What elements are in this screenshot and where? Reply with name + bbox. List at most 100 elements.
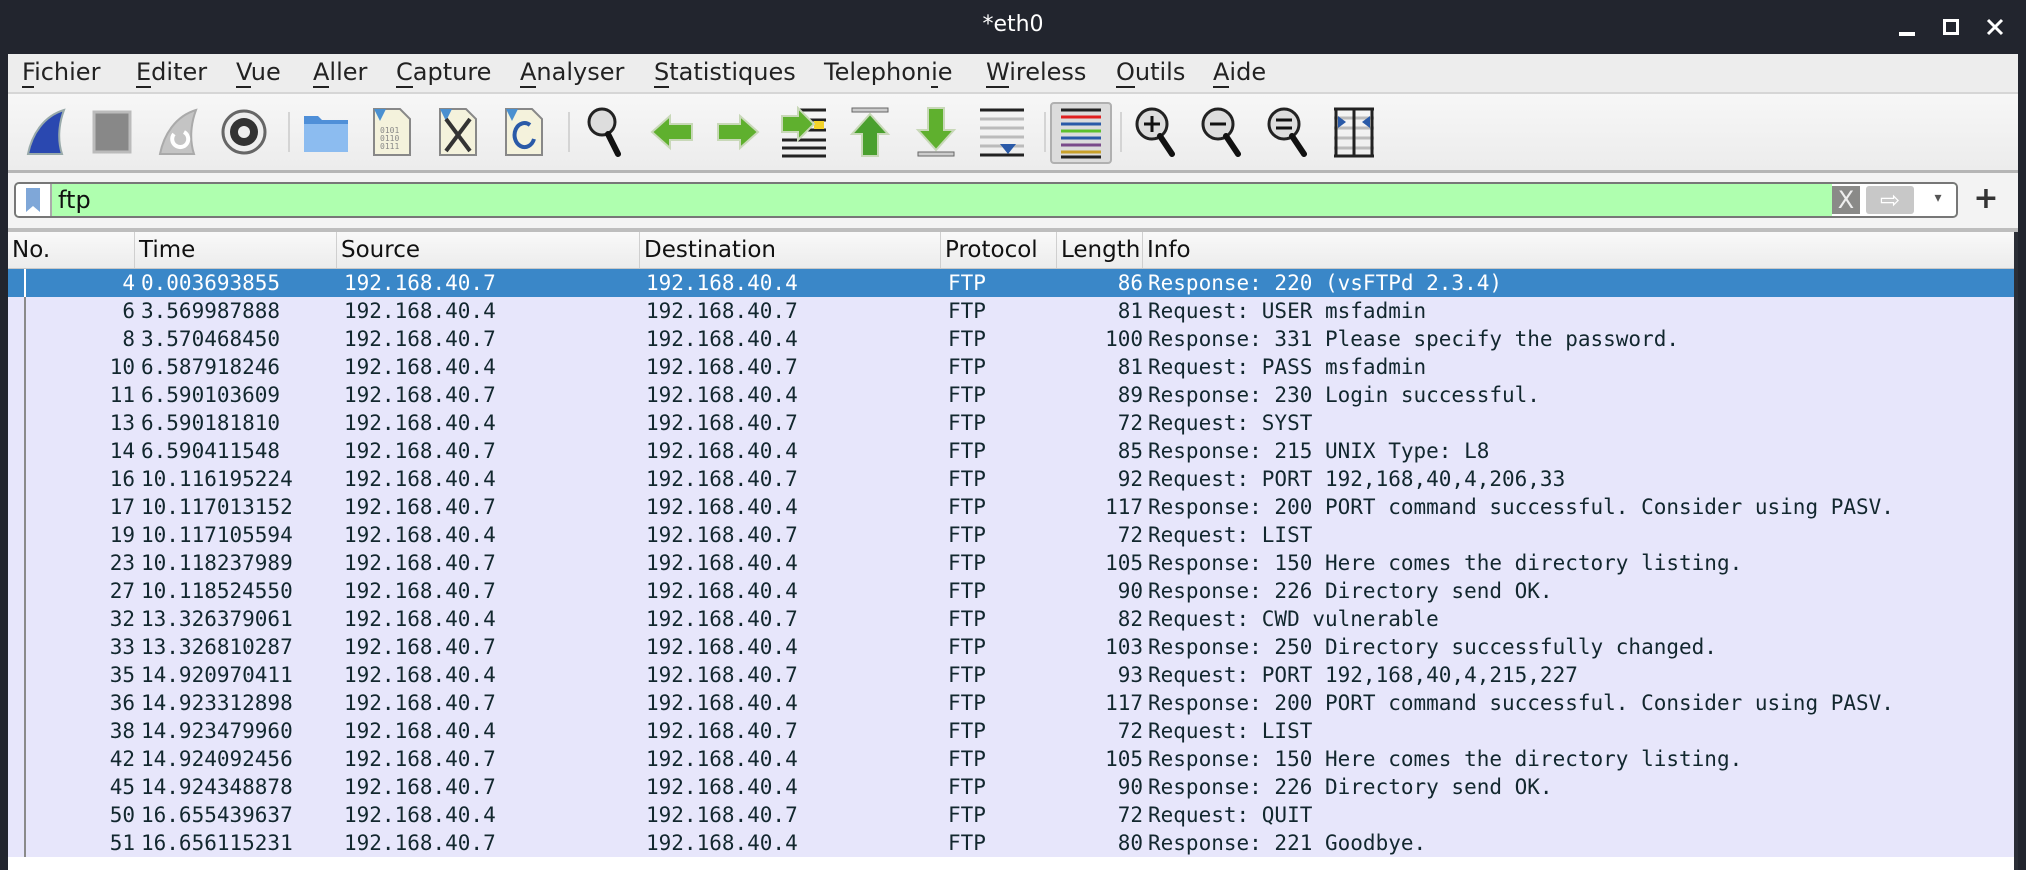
restart-capture-button[interactable]	[150, 104, 206, 160]
cell-destination: 192.168.40.4	[646, 271, 798, 295]
cell-protocol: FTP	[948, 635, 986, 659]
cell-info: Request: PASS msfadmin	[1148, 355, 1427, 379]
close-file-button[interactable]	[430, 104, 486, 160]
cell-info: Response: 331 Please specify the passwor…	[1148, 327, 1680, 351]
zoom-in-button[interactable]	[1128, 104, 1184, 160]
clear-filter-button[interactable]: X	[1832, 186, 1860, 214]
column-header-length[interactable]: Length	[1057, 232, 1143, 268]
cell-no: 6	[122, 299, 135, 323]
packet-row[interactable]: 27 10.118524550 192.168.40.7 192.168.40.4 FT…	[8, 577, 2018, 605]
cell-no: 36	[109, 691, 135, 715]
cell-length: 81	[1117, 299, 1143, 323]
column-header-info[interactable]: Info	[1143, 232, 2018, 268]
stop-capture-button[interactable]	[84, 104, 140, 160]
cell-length: 89	[1117, 383, 1143, 407]
cell-no: 50	[109, 803, 135, 827]
cell-source: 192.168.40.7	[344, 579, 496, 603]
first-packet-button[interactable]	[842, 104, 898, 160]
cell-destination: 192.168.40.7	[646, 663, 798, 687]
resize-columns-button[interactable]	[1326, 104, 1382, 160]
zoom-reset-icon	[1267, 107, 1307, 157]
recent-filters-dropdown[interactable]: ▾	[1928, 190, 1948, 210]
column-header-time[interactable]: Time	[135, 232, 337, 268]
minimize-button[interactable]	[1892, 12, 1922, 42]
cell-no: 23	[109, 551, 135, 575]
column-header-no[interactable]: No.	[8, 232, 135, 268]
save-file-button[interactable]: 0101 0110 0111	[364, 104, 420, 160]
cell-time: 3.569987888	[141, 299, 281, 323]
autoscroll-button[interactable]	[974, 104, 1030, 160]
display-filter-input[interactable]	[58, 184, 1858, 216]
packet-row[interactable]: 14 6.590411548 192.168.40.7 192.168.40.4 FTP…	[8, 437, 2018, 465]
packet-row[interactable]: 36 14.923312898 192.168.40.7 192.168.40.4 FT…	[8, 689, 2018, 717]
close-button[interactable]	[1980, 12, 2010, 42]
cell-info: Response: 221 Goodbye.	[1148, 831, 1427, 855]
go-forward-button[interactable]	[710, 104, 766, 160]
colorize-button[interactable]	[1050, 102, 1112, 164]
zoom-out-button[interactable]	[1194, 104, 1250, 160]
packet-row[interactable]: 19 10.117105594 192.168.40.4 192.168.40.7 FT…	[8, 521, 2018, 549]
menu-statistiques[interactable]: Statistiques	[654, 58, 796, 88]
packet-row[interactable]: 11 6.590103609 192.168.40.7 192.168.40.4 FTP…	[8, 381, 2018, 409]
column-header-protocol[interactable]: Protocol	[941, 232, 1057, 268]
packet-row[interactable]: 45 14.924348878 192.168.40.7 192.168.40.4 FT…	[8, 773, 2018, 801]
column-header-source[interactable]: Source	[337, 232, 640, 268]
menu-aller[interactable]: Aller	[313, 58, 367, 88]
menu-wireless[interactable]: Wireless	[986, 58, 1086, 88]
packet-row[interactable]: 35 14.920970411 192.168.40.4 192.168.40.7 FT…	[8, 661, 2018, 689]
menu-outils[interactable]: Outils	[1116, 58, 1185, 88]
column-header-destination[interactable]: Destination	[640, 232, 941, 268]
find-packet-button[interactable]	[578, 104, 634, 160]
packet-row[interactable]: 50 16.655439637 192.168.40.4 192.168.40.7 FT…	[8, 801, 2018, 829]
menu-editer[interactable]: Editer	[136, 58, 207, 88]
packet-row[interactable]: 4 0.003693855 192.168.40.7 192.168.40.4 FTP 8…	[8, 269, 2018, 297]
go-back-button[interactable]	[644, 104, 700, 160]
cell-no: 11	[109, 383, 135, 407]
cell-destination: 192.168.40.4	[646, 579, 798, 603]
go-to-packet-button[interactable]	[776, 104, 832, 160]
autoscroll-icon	[980, 108, 1024, 157]
zoom-reset-button[interactable]	[1260, 104, 1316, 160]
menu-aide[interactable]: Aide	[1213, 58, 1266, 88]
apply-filter-button[interactable]: ⇨	[1866, 186, 1914, 214]
capture-options-button[interactable]	[216, 104, 272, 160]
menu-telephonie[interactable]: Telephonie	[824, 58, 953, 88]
packet-row[interactable]: 51 16.656115231 192.168.40.7 192.168.40.4 FT…	[8, 829, 2018, 857]
packet-row[interactable]: 33 13.326810287 192.168.40.7 192.168.40.4 FT…	[8, 633, 2018, 661]
start-capture-button[interactable]	[18, 104, 74, 160]
filter-bookmark-button[interactable]	[16, 184, 52, 216]
packet-row[interactable]: 13 6.590181810 192.168.40.4 192.168.40.7 FTP…	[8, 409, 2018, 437]
packet-row[interactable]: 6 3.569987888 192.168.40.4 192.168.40.7 FTP 8…	[8, 297, 2018, 325]
menu-fichier[interactable]: Fichier	[22, 58, 100, 88]
cell-info: Request: LIST	[1148, 523, 1313, 547]
cell-protocol: FTP	[948, 831, 986, 855]
cell-info: Request: QUIT	[1148, 803, 1313, 827]
cell-length: 72	[1117, 719, 1143, 743]
packet-row[interactable]: 10 6.587918246 192.168.40.4 192.168.40.7 FTP…	[8, 353, 2018, 381]
add-filter-button[interactable]: +	[1968, 181, 2004, 217]
reload-file-button[interactable]	[496, 104, 552, 160]
packet-row[interactable]: 23 10.118237989 192.168.40.7 192.168.40.4 FT…	[8, 549, 2018, 577]
menu-capture[interactable]: Capture	[396, 58, 491, 88]
packet-row[interactable]: 17 10.117013152 192.168.40.7 192.168.40.4 FT…	[8, 493, 2018, 521]
main-window: Fichier Editer Vue Aller Capture Analyse…	[8, 54, 2018, 870]
packet-row[interactable]: 16 10.116195224 192.168.40.4 192.168.40.7 FT…	[8, 465, 2018, 493]
cell-destination: 192.168.40.4	[646, 495, 798, 519]
packet-row[interactable]: 32 13.326379061 192.168.40.4 192.168.40.7 FT…	[8, 605, 2018, 633]
cell-protocol: FTP	[948, 271, 986, 295]
cell-no: 13	[109, 411, 135, 435]
packet-row[interactable]: 38 14.923479960 192.168.40.4 192.168.40.7 FT…	[8, 717, 2018, 745]
menu-bar: Fichier Editer Vue Aller Capture Analyse…	[8, 54, 2018, 94]
cell-source: 192.168.40.7	[344, 383, 496, 407]
packet-row[interactable]: 42 14.924092456 192.168.40.7 192.168.40.4 FT…	[8, 745, 2018, 773]
packet-row[interactable]: 8 3.570468450 192.168.40.7 192.168.40.4 FTP 1…	[8, 325, 2018, 353]
cell-time: 10.116195224	[141, 467, 293, 491]
maximize-button[interactable]	[1936, 12, 1966, 42]
menu-analyser[interactable]: Analyser	[520, 58, 624, 88]
open-file-button[interactable]	[298, 104, 354, 160]
last-packet-button[interactable]	[908, 104, 964, 160]
cell-source: 192.168.40.7	[344, 691, 496, 715]
zoom-in-icon	[1135, 107, 1175, 157]
menu-vue[interactable]: Vue	[236, 58, 281, 88]
cell-no: 16	[109, 467, 135, 491]
